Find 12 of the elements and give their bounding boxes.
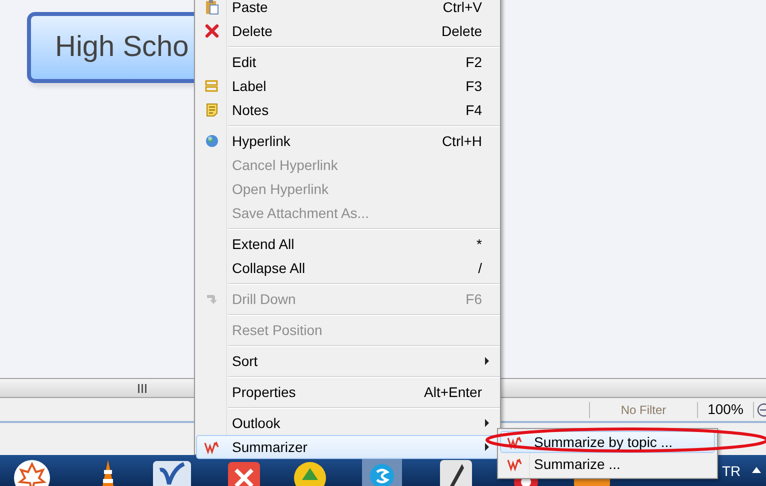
shortcut-text: F4 [466,100,483,120]
shortcut-text: F2 [466,52,483,72]
zoom-level: 100% [706,400,744,419]
shortcut-text: F3 [466,76,483,96]
shortcut-text: Ctrl+V [442,0,483,16]
shortcut-text: Alt+Enter [424,382,483,402]
shortcut-text: Delete [442,22,483,40]
shortcut-text: * [476,234,483,254]
shortcut-text: F6 [466,290,483,308]
filter-status: No Filter [620,402,668,418]
shortcut-text: / [478,258,483,278]
shortcut-text: Ctrl+H [442,132,483,150]
